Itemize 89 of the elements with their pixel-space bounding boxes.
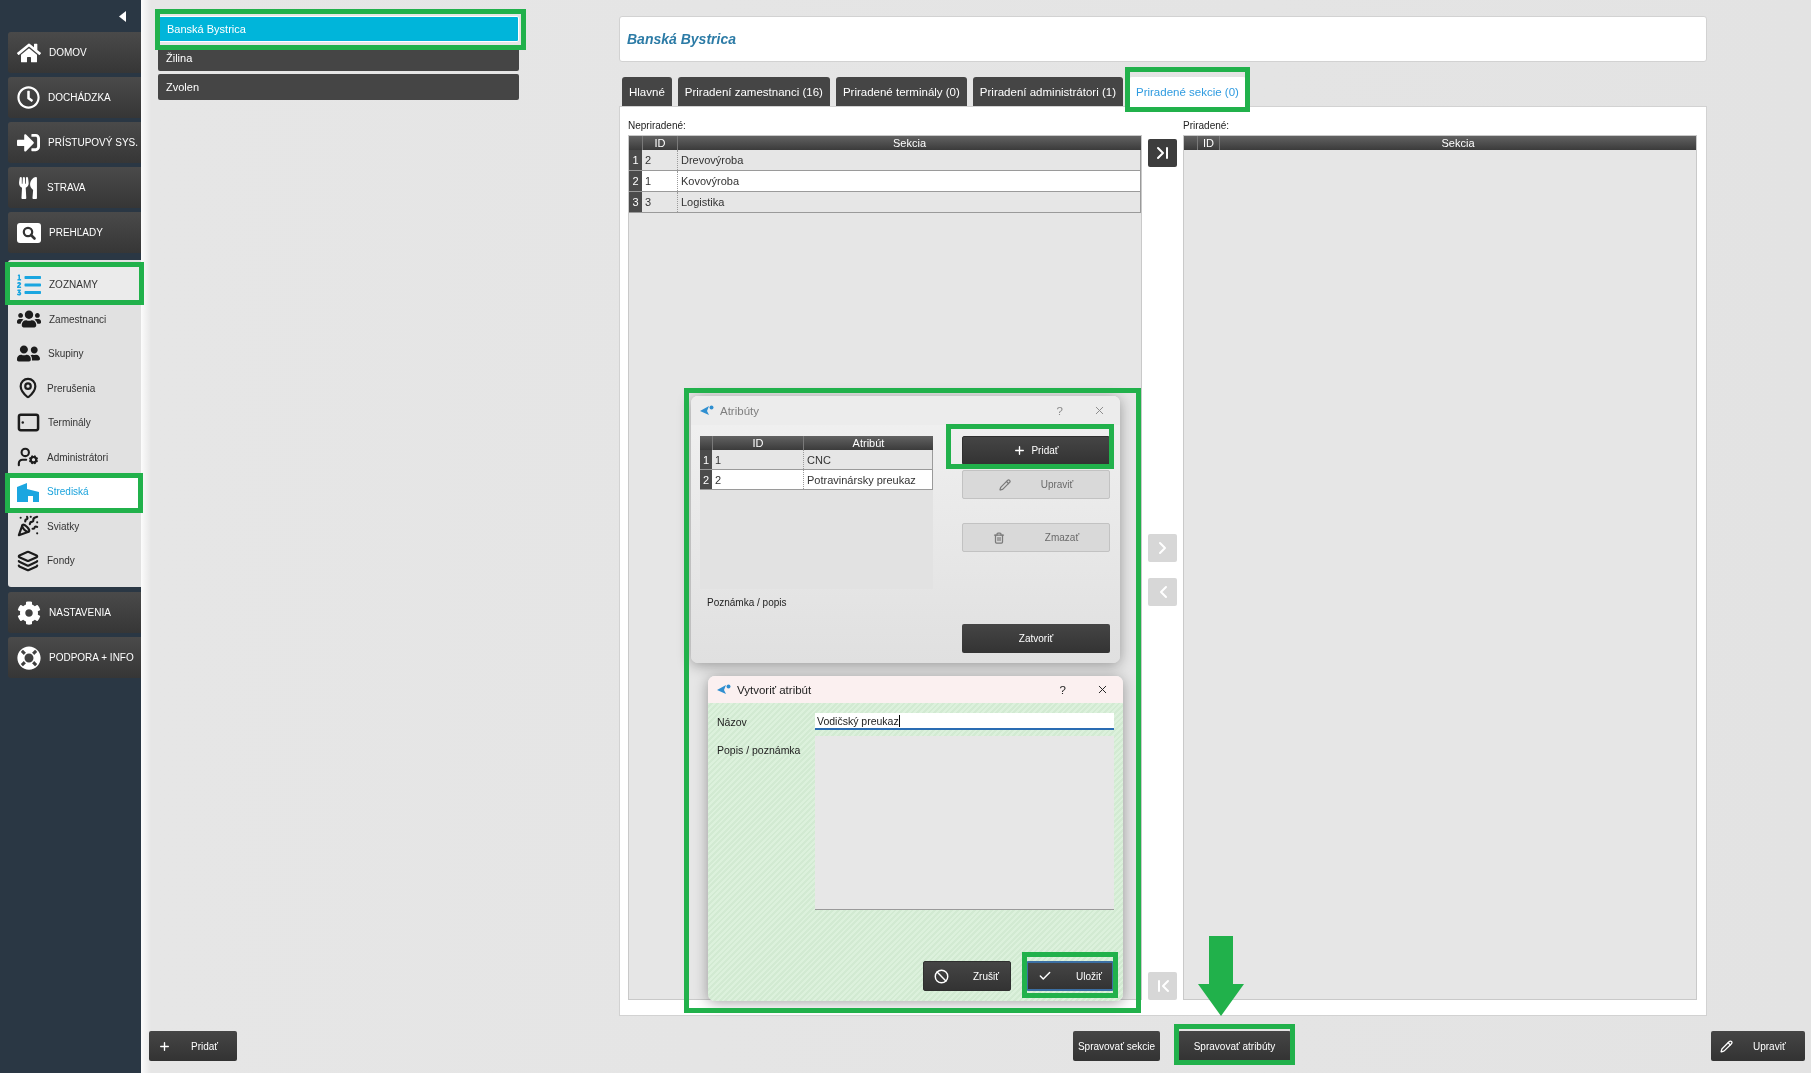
table-row[interactable]: 1 1 CNC	[700, 450, 933, 470]
nav-item[interactable]: Skupiny	[8, 336, 141, 371]
tab[interactable]: Priradené terminály (0)	[835, 77, 967, 106]
nav-item[interactable]: Prerušenia	[8, 371, 141, 406]
row-number: 1	[629, 150, 642, 170]
table-row[interactable]: 2 1 Kovovýroba	[629, 171, 1141, 192]
table-cell: Kovovýroba	[677, 171, 1140, 191]
collapse-arrow-icon[interactable]	[119, 10, 126, 22]
check-icon	[1038, 969, 1052, 983]
close-icon	[1093, 404, 1106, 417]
dialog-title: Atribúty	[720, 404, 759, 417]
layers-icon	[17, 549, 39, 572]
field-label: Názov	[717, 714, 748, 730]
list-item[interactable]: Zvolen	[158, 74, 519, 100]
table-row[interactable]: 3 3 Logistika	[629, 192, 1141, 213]
tab[interactable]: Priradení zamestnanci (16)	[677, 77, 830, 106]
help-button[interactable]: ?	[1059, 683, 1066, 696]
map-pin-icon	[17, 377, 39, 400]
field-label: Poznámka / popis	[706, 597, 788, 608]
dialog-title: Vytvoriť atribút	[737, 683, 812, 696]
nav-button[interactable]: PRÍSTUPOVÝ SYS.	[8, 122, 141, 163]
settings-icon	[17, 600, 41, 625]
pencil-icon	[1720, 1039, 1733, 1053]
close-button[interactable]	[1096, 683, 1109, 696]
numbered-list-icon	[17, 272, 41, 297]
nav-button[interactable]: STRAVA	[8, 167, 141, 208]
close-icon	[1096, 683, 1109, 696]
add-button[interactable]: Pridať	[149, 1031, 237, 1061]
edit-button[interactable]: Upraviť	[1711, 1031, 1805, 1061]
tab[interactable]: Hlavné	[622, 77, 672, 106]
table-cell: Drevovýroba	[677, 150, 1140, 170]
transfer-button[interactable]	[1148, 139, 1177, 167]
pencil-icon	[998, 478, 1011, 491]
close-dialog-button[interactable]: Zatvoriť	[962, 624, 1110, 653]
search-icon	[17, 222, 41, 243]
plus-icon	[158, 1039, 171, 1053]
text-cursor	[898, 714, 900, 727]
section-label: Priradené:	[1183, 119, 1231, 133]
nav-button[interactable]: PREHĽADY	[8, 212, 141, 253]
table-cell-text: 1	[644, 174, 653, 189]
action-button[interactable]: Spravovať atribúty	[1178, 1031, 1291, 1061]
dialog-button[interactable]: Zrušiť	[923, 961, 1011, 991]
nav-group-header[interactable]: ZOZNAMY	[8, 267, 141, 302]
table-cell: Logistika	[677, 192, 1140, 212]
app-logo-icon	[717, 684, 731, 695]
plus-icon	[1013, 444, 1027, 457]
column-header: Sekcia	[1219, 136, 1696, 150]
section-label: Nepriradené:	[628, 119, 687, 133]
lifebuoy-icon	[17, 645, 41, 670]
page-title: Banská Bystrica	[627, 31, 736, 47]
action-button[interactable]: Spravovať sekcie	[1073, 1031, 1160, 1061]
tab[interactable]: Priradení administrátori (1)	[972, 77, 1123, 106]
trash-icon	[992, 531, 1005, 544]
building-icon	[17, 481, 39, 502]
cancel-icon	[934, 968, 949, 984]
nav-item[interactable]: Terminály	[8, 405, 141, 440]
nav-button[interactable]: NASTAVENIA	[8, 592, 141, 633]
user-gear-icon	[17, 446, 39, 469]
clock-icon	[17, 86, 40, 109]
nav-button[interactable]: PODPORA + INFO	[8, 637, 141, 678]
row-number: 2	[629, 171, 642, 191]
table-row[interactable]: 1 2 Drevovýroba	[629, 150, 1141, 171]
nav-item[interactable]: Sviatky	[8, 509, 141, 544]
nav-item[interactable]: Fondy	[8, 543, 141, 578]
table-cell: CNC	[803, 450, 932, 469]
table-cell-text: 3	[644, 195, 653, 210]
table-cell-text: 2	[644, 153, 653, 168]
text-input[interactable]: Vodičský preukaz	[815, 713, 1114, 730]
party-popper-icon	[17, 515, 39, 538]
row-number: 3	[629, 192, 642, 212]
dialog-button[interactable]: Pridať	[962, 436, 1110, 465]
app-logo-icon	[700, 405, 714, 416]
utensils-icon	[17, 176, 39, 199]
nav-button[interactable]: DOMOV	[8, 32, 141, 73]
chevron-bar-left-icon	[1155, 979, 1170, 993]
field-label: Popis / poznámka	[717, 743, 802, 758]
column-header: ID	[1197, 136, 1219, 150]
row-number: 2	[700, 470, 712, 489]
chevron-bar-right-icon	[1155, 146, 1170, 160]
nav-item[interactable]: Administrátori	[8, 440, 141, 475]
dialog-button[interactable]: Uložiť	[1026, 961, 1114, 991]
table-row[interactable]: 2 2 Potravinársky preukaz	[700, 470, 933, 490]
row-number: 1	[700, 450, 712, 469]
login-arrow-icon	[17, 131, 40, 154]
nav-item[interactable]: Zamestnanci	[8, 302, 141, 337]
table-cell-text: 2	[714, 472, 723, 488]
table-cell: Potravinársky preukaz	[803, 470, 932, 489]
table-cell-text: 1	[714, 452, 723, 468]
nav-button[interactable]: DOCHÁDZKA	[8, 77, 141, 118]
